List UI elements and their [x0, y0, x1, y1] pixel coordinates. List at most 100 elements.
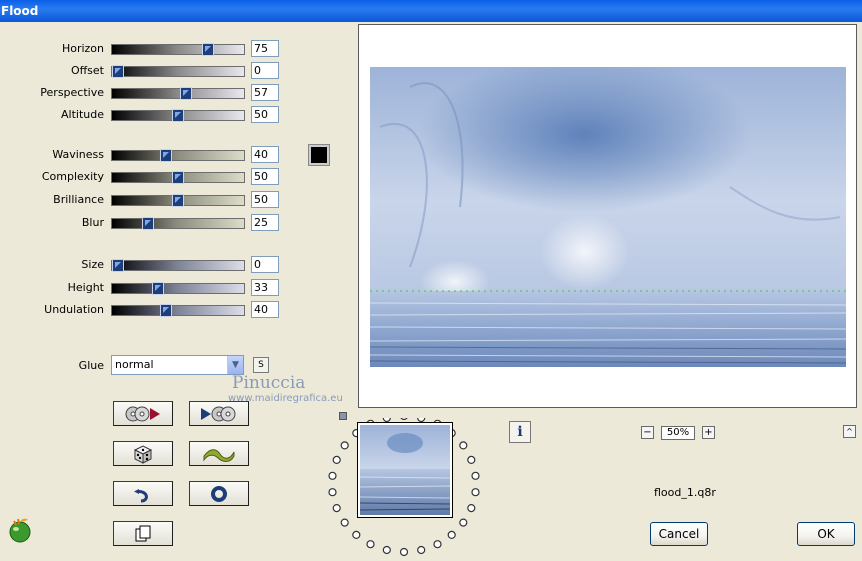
wave-button[interactable]	[189, 441, 249, 466]
value-field-height[interactable]: 33	[251, 279, 279, 296]
slider-track-waviness[interactable]	[111, 149, 245, 162]
slider-row-blur: Blur 25	[0, 214, 285, 232]
random-button[interactable]	[113, 441, 173, 466]
slider-track-undulation[interactable]	[111, 304, 245, 317]
slider-thumb[interactable]	[160, 149, 172, 162]
s-button[interactable]: S	[253, 357, 269, 373]
value-field-complexity[interactable]: 50	[251, 168, 279, 185]
slider-label: Complexity	[41, 170, 104, 183]
slider-thumb[interactable]	[172, 171, 184, 184]
slider-track-complexity[interactable]	[111, 171, 245, 184]
slider-row-offset: Offset 0	[0, 62, 285, 80]
ring-dot	[471, 488, 480, 497]
cancel-button[interactable]: Cancel	[650, 522, 708, 546]
slider-label: Undulation	[44, 303, 104, 316]
ring-dot	[400, 418, 408, 421]
info-button[interactable]: i	[509, 421, 531, 443]
app-logo	[6, 516, 34, 547]
ring-dot	[332, 455, 341, 465]
load-preset-button[interactable]	[113, 401, 173, 426]
ring-dot	[417, 418, 426, 423]
value-field-waviness[interactable]: 40	[251, 146, 279, 163]
copy-pages-icon	[135, 525, 151, 541]
ring-dot	[328, 488, 337, 497]
slider-thumb[interactable]	[180, 87, 192, 100]
undo-button[interactable]	[113, 481, 173, 506]
slider-label: Waviness	[52, 148, 104, 161]
zoom-level: 50%	[661, 426, 695, 440]
slider-label: Horizon	[61, 42, 104, 55]
copy-button[interactable]	[113, 521, 173, 546]
value-field-horizon[interactable]: 75	[251, 40, 279, 57]
glue-label: Glue	[78, 359, 104, 372]
wave-icon	[203, 448, 235, 462]
value-field-offset[interactable]: 0	[251, 62, 279, 79]
value-field-undulation[interactable]: 40	[251, 301, 279, 318]
preview-frame[interactable]	[358, 24, 857, 408]
slider-row-brilliance: Brilliance 50	[0, 191, 285, 209]
ring-dot	[340, 441, 349, 450]
slider-thumb[interactable]	[172, 109, 184, 122]
watermark-name: Pinuccia	[232, 373, 306, 393]
ring-dot	[471, 471, 480, 480]
undo-icon	[134, 488, 148, 502]
ring-dot	[447, 530, 456, 540]
slider-track-size[interactable]	[111, 259, 245, 272]
value-field-blur[interactable]: 25	[251, 214, 279, 231]
apple-logo-icon	[9, 518, 31, 543]
slider-thumb[interactable]	[172, 194, 184, 207]
value-field-altitude[interactable]: 50	[251, 106, 279, 123]
value-field-size[interactable]: 0	[251, 256, 279, 273]
ring-dot	[352, 530, 361, 540]
slider-label: Size	[81, 258, 104, 271]
navigator-thumbnail[interactable]	[357, 422, 453, 518]
slider-thumb[interactable]	[160, 304, 172, 317]
slider-row-height: Height 33	[0, 279, 285, 297]
chevron-down-icon[interactable]: ▼	[227, 356, 243, 374]
slider-track-blur[interactable]	[111, 217, 245, 230]
zoom-out-button[interactable]: −	[641, 426, 654, 439]
reset-button[interactable]	[189, 481, 249, 506]
slider-row-undulation: Undulation 40	[0, 301, 285, 319]
zoom-in-button[interactable]: +	[702, 426, 715, 439]
ring-dot	[382, 418, 391, 423]
cd-play-icon	[125, 406, 160, 421]
slider-thumb[interactable]	[202, 43, 214, 56]
ring-dot	[467, 503, 476, 513]
ring-dot	[467, 455, 476, 465]
slider-row-altitude: Altitude 50	[0, 106, 285, 124]
slider-track-altitude[interactable]	[111, 109, 245, 122]
slider-thumb[interactable]	[112, 259, 124, 272]
slider-track-horizon[interactable]	[111, 43, 245, 56]
slider-row-perspective: Perspective 57	[0, 84, 285, 102]
ring-dot	[332, 503, 341, 513]
ring-dot	[340, 518, 349, 527]
slider-label: Height	[67, 281, 104, 294]
glue-select[interactable]: normal ▼	[111, 355, 244, 375]
ring-dot	[459, 518, 468, 527]
ring-dot	[382, 545, 391, 555]
slider-track-height[interactable]	[111, 282, 245, 295]
slider-label: Offset	[70, 64, 104, 77]
slider-label: Brilliance	[53, 193, 104, 206]
value-field-brilliance[interactable]: 50	[251, 191, 279, 208]
save-preset-button[interactable]	[189, 401, 249, 426]
ok-button[interactable]: OK	[797, 522, 855, 546]
dice-icon	[133, 444, 153, 464]
collapse-button[interactable]: ^	[843, 425, 856, 438]
ring-dot	[366, 540, 375, 549]
slider-thumb[interactable]	[152, 282, 164, 295]
slider-thumb[interactable]	[142, 217, 154, 230]
slider-thumb[interactable]	[112, 65, 124, 78]
ring-dot	[399, 547, 409, 557]
slider-track-offset[interactable]	[111, 65, 245, 78]
slider-track-perspective[interactable]	[111, 87, 245, 100]
color-swatch[interactable]	[308, 144, 330, 166]
value-field-perspective[interactable]: 57	[251, 84, 279, 101]
ring-dot	[459, 441, 468, 450]
preview-image	[370, 67, 846, 367]
ring-dot	[433, 540, 442, 549]
preset-filename: flood_1.q8r	[654, 486, 716, 499]
slider-track-brilliance[interactable]	[111, 194, 245, 207]
slider-label: Perspective	[40, 86, 104, 99]
